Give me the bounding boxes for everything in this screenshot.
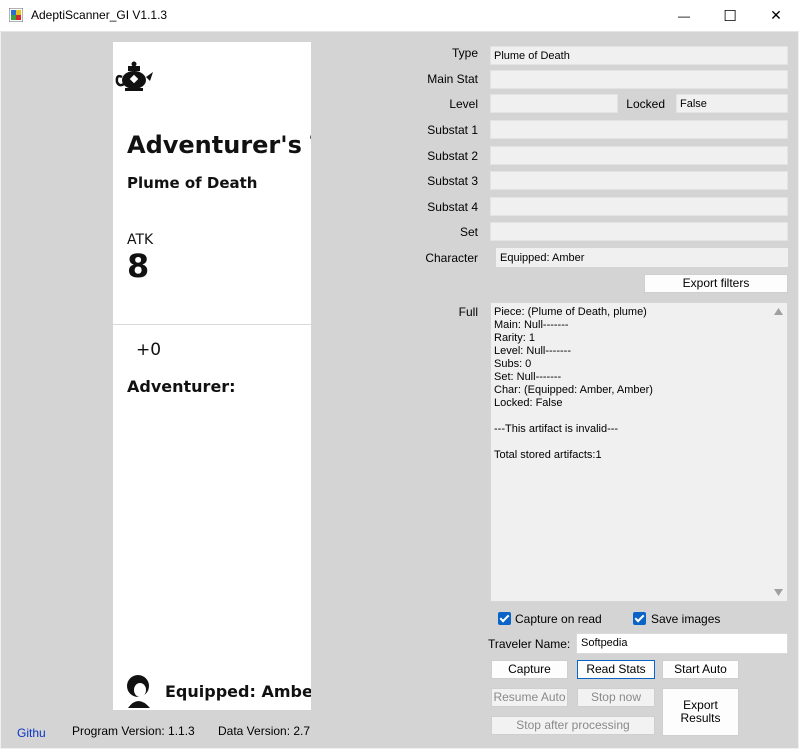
save-images-label[interactable]: Save images	[651, 612, 720, 626]
card-title: Adventurer's T	[127, 131, 311, 159]
resume-auto-button[interactable]: Resume Auto	[491, 688, 568, 707]
capture-on-read-label[interactable]: Capture on read	[515, 612, 602, 626]
github-link[interactable]: Githu	[17, 726, 46, 740]
substat2-label: Substat 2	[427, 149, 478, 163]
type-field[interactable]: Plume of Death	[490, 46, 788, 65]
card-divider	[113, 324, 311, 325]
teapot-icon	[115, 61, 153, 91]
substat1-field[interactable]	[490, 120, 788, 139]
close-icon: ✕	[770, 7, 782, 23]
export-filters-button[interactable]: Export filters	[644, 274, 788, 293]
program-version: Program Version: 1.1.3	[72, 724, 195, 738]
minimize-icon: —	[678, 8, 690, 23]
traveler-name-label: Traveler Name:	[488, 637, 571, 651]
set-field[interactable]	[490, 222, 788, 241]
traveler-name-input[interactable]: Softpedia	[576, 633, 788, 654]
full-text-area[interactable]: Piece: (Plume of Death, plume) Main: Nul…	[490, 302, 788, 602]
app-icon	[9, 8, 23, 22]
main-stat-label: Main Stat	[427, 72, 478, 86]
export-results-button[interactable]: Export Results	[662, 688, 739, 736]
stop-after-processing-button[interactable]: Stop after processing	[491, 716, 655, 735]
stop-now-button[interactable]: Stop now	[577, 688, 655, 707]
set-label: Set	[459, 225, 478, 239]
card-stat-value: 8	[127, 247, 150, 285]
title-bar: AdeptiScanner_GI V1.1.3 — ☐ ✕	[0, 0, 799, 32]
character-field[interactable]: Equipped: Amber	[496, 248, 788, 267]
card-level: +0	[136, 340, 162, 360]
locked-field[interactable]: False	[676, 94, 788, 113]
data-version: Data Version: 2.7	[218, 724, 311, 738]
locked-label: Locked	[626, 97, 665, 111]
window-title: AdeptiScanner_GI V1.1.3	[31, 8, 168, 22]
scroll-down-icon[interactable]	[774, 589, 783, 596]
maximize-button[interactable]: ☐	[707, 0, 753, 31]
save-images-checkbox[interactable]	[633, 612, 646, 625]
read-stats-button[interactable]: Read Stats	[577, 660, 655, 679]
maximize-icon: ☐	[723, 7, 737, 25]
card-piece-name: Plume of Death	[127, 174, 258, 192]
start-auto-button[interactable]: Start Auto	[662, 660, 739, 679]
substat3-field[interactable]	[490, 171, 788, 190]
full-text-content: Piece: (Plume of Death, plume) Main: Nul…	[494, 306, 653, 461]
full-text-scrollbar[interactable]	[770, 303, 787, 601]
substat3-label: Substat 3	[427, 174, 478, 188]
substat4-label: Substat 4	[427, 200, 478, 214]
capture-button[interactable]: Capture	[491, 660, 568, 679]
level-field[interactable]	[490, 94, 618, 113]
close-button[interactable]: ✕	[753, 0, 799, 31]
main-panel: Adventurer's T Plume of Death ATK 8 +0 A…	[1, 32, 798, 748]
substat2-field[interactable]	[490, 146, 788, 165]
substat1-label: Substat 1	[427, 123, 478, 137]
scroll-up-icon[interactable]	[774, 308, 783, 315]
type-label: Type	[451, 46, 478, 60]
main-stat-field[interactable]	[490, 70, 788, 89]
character-label: Character	[425, 251, 478, 265]
character-portrait-icon	[127, 675, 150, 708]
card-set-name: Adventurer:	[127, 377, 236, 396]
full-label: Full	[458, 305, 478, 319]
card-stat-name: ATK	[127, 232, 154, 248]
substat4-field[interactable]	[490, 197, 788, 216]
minimize-button[interactable]: —	[661, 0, 707, 31]
level-label: Level	[449, 97, 478, 111]
artifact-preview: Adventurer's T Plume of Death ATK 8 +0 A…	[113, 42, 311, 710]
capture-on-read-checkbox[interactable]	[498, 612, 511, 625]
card-equipped: Equipped: Amber	[165, 682, 311, 701]
